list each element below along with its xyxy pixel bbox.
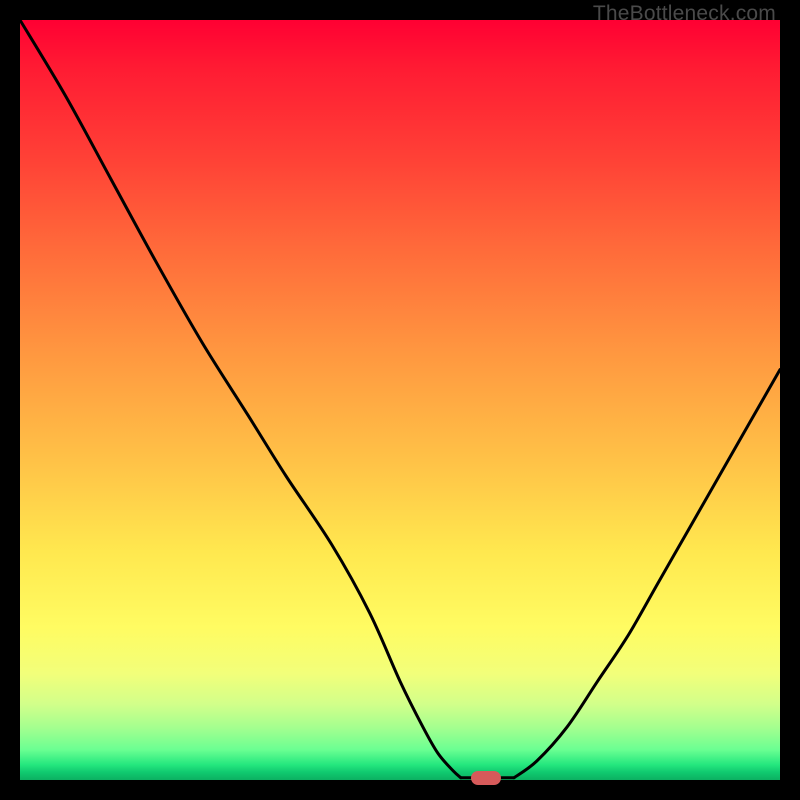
minimum-marker: [471, 771, 501, 785]
curve-svg: [20, 20, 780, 780]
left-curve-path: [20, 20, 461, 778]
chart-frame: TheBottleneck.com: [0, 0, 800, 800]
right-curve-path: [514, 370, 780, 778]
plot-area: [20, 20, 780, 780]
